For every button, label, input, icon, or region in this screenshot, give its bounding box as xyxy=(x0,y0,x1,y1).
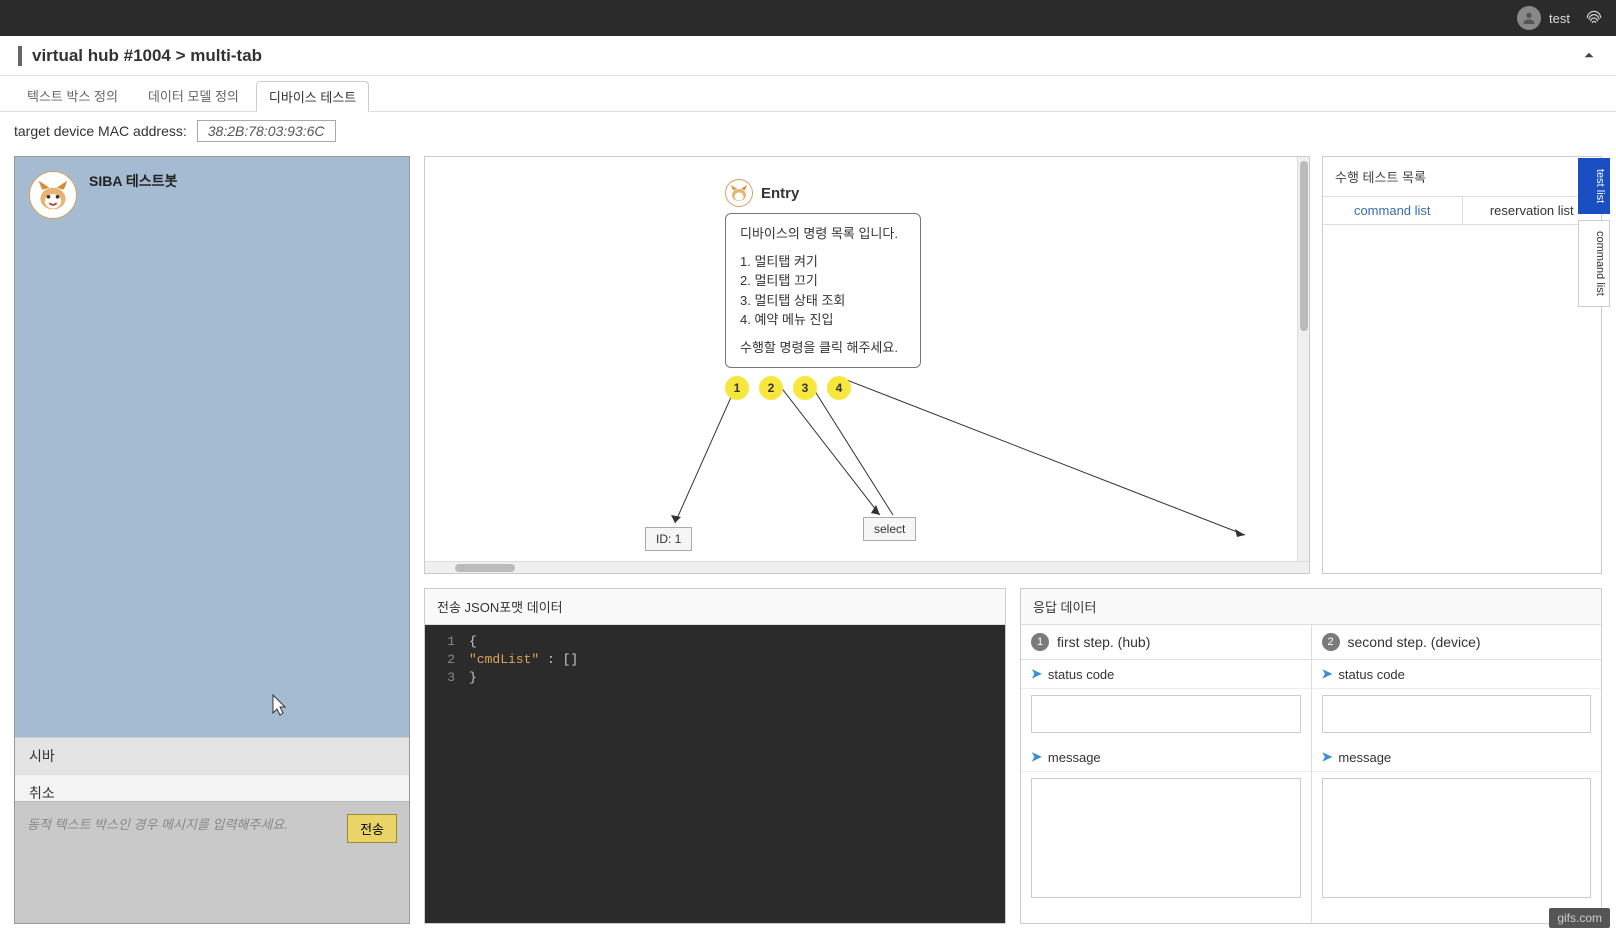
test-list-title: 수행 테스트 목록 xyxy=(1323,157,1601,196)
flow-child-id1[interactable]: ID: 1 xyxy=(645,527,692,551)
side-tabs: test list command list xyxy=(1578,158,1610,307)
entry-item-4: 4. 예약 메뉴 진입 xyxy=(740,310,906,330)
step-2-badge: 2 xyxy=(1322,633,1340,651)
step-2-label: second step. (device) xyxy=(1348,634,1481,650)
breadcrumb-accent xyxy=(18,46,22,66)
entry-item-3: 3. 멀티탭 상태 조회 xyxy=(740,291,906,311)
step-1-label: first step. (hub) xyxy=(1057,634,1150,650)
entry-item-2: 2. 멀티탭 끄기 xyxy=(740,271,906,291)
test-list-panel: 수행 테스트 목록 command list reservation list xyxy=(1322,156,1602,574)
entry-title: Entry xyxy=(761,185,799,202)
fingerprint-icon[interactable] xyxy=(1584,8,1604,28)
message-label-1: message xyxy=(1048,750,1101,765)
chat-panel: SIBA 테스트봇 시바 취소 동적 텍스트 박스인 경우 메시지를 입력해주세… xyxy=(14,156,410,924)
message-box-1 xyxy=(1031,778,1301,898)
entry-header-text: 디바이스의 명령 목록 입니다. xyxy=(740,224,906,244)
gifs-watermark: gifs.com xyxy=(1549,908,1610,928)
chevron-icon: ➤ xyxy=(1031,749,1042,765)
message-box-2 xyxy=(1322,778,1592,898)
entry-node: Entry 디바이스의 명령 목록 입니다. 1. 멀티탭 켜기 2. 멀티탭 … xyxy=(725,179,921,400)
chevron-icon: ➤ xyxy=(1031,666,1042,682)
flow-scrollbar-horizontal[interactable] xyxy=(425,561,1309,573)
entry-option-1[interactable]: 1 xyxy=(725,376,749,400)
response-panel-title: 응답 데이터 xyxy=(1021,589,1601,625)
bot-name-label: SIBA 테스트봇 xyxy=(89,171,177,191)
mac-address-input[interactable]: 38:2B:78:03:93:6C xyxy=(197,120,336,142)
collapse-button[interactable] xyxy=(1580,46,1598,67)
chat-input[interactable]: 동적 텍스트 박스인 경우 메시지를 입력해주세요. xyxy=(27,814,337,833)
username-label: test xyxy=(1549,11,1570,26)
user-avatar-icon[interactable] xyxy=(1517,6,1541,30)
right-column: Entry 디바이스의 명령 목록 입니다. 1. 멀티탭 켜기 2. 멀티탭 … xyxy=(424,156,1602,924)
top-bar: test xyxy=(0,0,1616,36)
json-panel: 전송 JSON포맷 데이터 1{2 "cmdList" : []3} xyxy=(424,588,1006,924)
tabs-row: 텍스트 박스 정의 데이터 모델 정의 디바이스 테스트 xyxy=(0,76,1616,112)
json-panel-title: 전송 JSON포맷 데이터 xyxy=(425,589,1005,625)
entry-box[interactable]: 디바이스의 명령 목록 입니다. 1. 멀티탭 켜기 2. 멀티탭 끄기 3. … xyxy=(725,213,921,368)
response-panel: 응답 데이터 1 first step. (hub) ➤ status code … xyxy=(1020,588,1602,924)
flow-canvas[interactable]: Entry 디바이스의 명령 목록 입니다. 1. 멀티탭 켜기 2. 멀티탭 … xyxy=(424,156,1310,574)
chat-input-area: 동적 텍스트 박스인 경우 메시지를 입력해주세요. 전송 xyxy=(15,801,409,923)
flow-child-select[interactable]: select xyxy=(863,517,916,541)
side-tab-testlist[interactable]: test list xyxy=(1578,158,1610,214)
tab-textbox-def[interactable]: 텍스트 박스 정의 xyxy=(14,80,131,111)
test-list-tab-command[interactable]: command list xyxy=(1323,197,1463,224)
main-area: SIBA 테스트봇 시바 취소 동적 텍스트 박스인 경우 메시지를 입력해주세… xyxy=(0,150,1616,938)
send-button[interactable]: 전송 xyxy=(347,814,397,843)
entry-item-1: 1. 멀티탭 켜기 xyxy=(740,252,906,272)
target-device-row: target device MAC address: 38:2B:78:03:9… xyxy=(0,112,1616,150)
entry-option-2[interactable]: 2 xyxy=(759,376,783,400)
breadcrumb: virtual hub #1004 > multi-tab xyxy=(32,46,262,66)
entry-option-3[interactable]: 3 xyxy=(793,376,817,400)
chevron-icon: ➤ xyxy=(1322,749,1333,765)
step-1-badge: 1 xyxy=(1031,633,1049,651)
message-label-2: message xyxy=(1338,750,1391,765)
chat-menu-item-siba[interactable]: 시바 xyxy=(15,738,409,775)
target-label: target device MAC address: xyxy=(14,123,187,139)
breadcrumb-bar: virtual hub #1004 > multi-tab xyxy=(0,36,1616,76)
entry-avatar-icon xyxy=(725,179,753,207)
bot-avatar-icon xyxy=(29,171,77,219)
status-code-box-1 xyxy=(1031,695,1301,733)
chevron-icon: ➤ xyxy=(1322,666,1333,682)
tab-device-test[interactable]: 디바이스 테스트 xyxy=(256,81,369,112)
response-col-2: 2 second step. (device) ➤ status code ➤ me… xyxy=(1312,625,1602,923)
flow-scrollbar-vertical[interactable] xyxy=(1297,157,1309,561)
code-editor[interactable]: 1{2 "cmdList" : []3} xyxy=(425,625,1005,923)
status-code-label-1: status code xyxy=(1048,667,1115,682)
side-tab-commandlist[interactable]: command list xyxy=(1578,220,1610,307)
tab-data-model-def[interactable]: 데이터 모델 정의 xyxy=(135,80,252,111)
chat-body: SIBA 테스트봇 xyxy=(15,157,409,737)
chat-menu-list: 시바 취소 xyxy=(15,737,409,801)
entry-footer-text: 수행할 명령을 클릭 해주세요. xyxy=(740,338,906,358)
response-col-1: 1 first step. (hub) ➤ status code ➤ messag… xyxy=(1021,625,1312,923)
entry-option-4[interactable]: 4 xyxy=(827,376,851,400)
status-code-label-2: status code xyxy=(1338,667,1405,682)
status-code-box-2 xyxy=(1322,695,1592,733)
